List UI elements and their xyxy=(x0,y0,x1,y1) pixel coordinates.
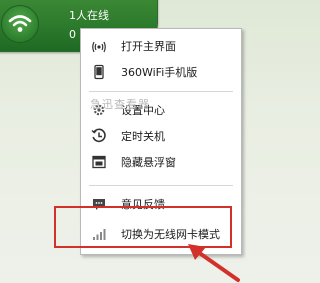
menu-item-label: 360WiFi手机版 xyxy=(121,66,198,79)
watermark-text: 急迅查看器 xyxy=(90,98,150,111)
phone-icon xyxy=(91,64,107,80)
menu-item-label: 隐藏悬浮窗 xyxy=(121,156,176,169)
menu-divider xyxy=(89,185,233,186)
hide-window-icon xyxy=(91,154,107,170)
menu-item-mobile-version[interactable]: 360WiFi手机版 xyxy=(81,61,241,83)
menu-item-label: 定时关机 xyxy=(121,130,165,143)
menu-item-open-main[interactable]: 打开主界面 xyxy=(81,35,241,57)
menu-item-hide-window[interactable]: 隐藏悬浮窗 xyxy=(81,151,241,173)
online-count-label: 1人在线 xyxy=(69,9,109,22)
traffic-value: 0 xyxy=(69,28,76,41)
menu-item-scheduled-shutdown[interactable]: 定时关机 xyxy=(81,125,241,147)
annotation-arrow-icon xyxy=(188,244,240,282)
menu-divider xyxy=(89,91,233,92)
wifi-icon[interactable] xyxy=(1,5,39,43)
menu-item-label: 打开主界面 xyxy=(121,40,176,53)
wifi-signal-icon xyxy=(91,38,107,54)
clock-icon xyxy=(91,128,107,144)
